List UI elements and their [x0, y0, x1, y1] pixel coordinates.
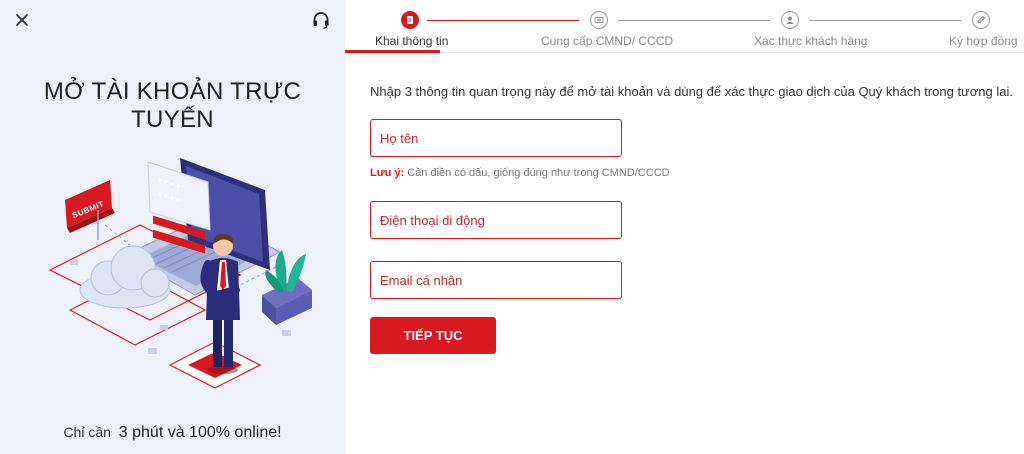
- continue-button[interactable]: TIẾP TỤC: [370, 317, 496, 354]
- form-intro: Nhập 3 thông tin quan trọng này để mở tà…: [370, 84, 1013, 99]
- step-1-icon-badge: [401, 11, 419, 29]
- registration-form: Nhập 3 thông tin quan trọng này để mở tà…: [345, 53, 1024, 454]
- step-connector-2: [618, 20, 770, 21]
- footer-highlight: 3 phút và 100% online!: [118, 424, 282, 441]
- support-button[interactable]: [311, 10, 331, 30]
- email-input[interactable]: [370, 261, 622, 299]
- id-card-icon: [594, 17, 604, 23]
- step-3-icon-badge: [781, 11, 799, 29]
- step-2-icon-badge: [590, 11, 608, 29]
- document-icon: [407, 16, 413, 24]
- note-label: Lưu ý:: [370, 167, 405, 179]
- user-icon: [786, 16, 794, 24]
- step-4-icon-badge: [972, 11, 990, 29]
- online-account-illustration: SUBMIT: [48, 158, 312, 389]
- step-3-label: Xác thực khách hàng: [754, 34, 868, 48]
- full-name-input[interactable]: [370, 119, 622, 157]
- promo-panel: MỞ TÀI KHOẢN TRỰC TUYẾN SUBMIT Chỉ cần 3…: [0, 0, 345, 454]
- phone-input[interactable]: [370, 201, 622, 239]
- close-icon: [16, 14, 28, 26]
- promo-footer: Chỉ cần 3 phút và 100% online!: [0, 424, 345, 442]
- pen-icon: [977, 15, 986, 24]
- headset-icon: [313, 12, 329, 29]
- close-button[interactable]: [12, 10, 32, 30]
- name-note: Lưu ý: Cần điền có dấu, giống đúng như tr…: [370, 167, 670, 179]
- note-text: Cần điền có dấu, giống đúng như trong CM…: [407, 167, 670, 179]
- step-1-label: Khai thông tin: [375, 34, 449, 48]
- progress-stepper: Khai thông tin Cung cấp CMND/ CCCD Xác t…: [345, 0, 1024, 53]
- footer-prefix: Chỉ cần: [63, 424, 111, 440]
- step-2-label: Cung cấp CMND/ CCCD: [541, 34, 674, 48]
- step-4-label: Ký hợp đồng: [949, 34, 1018, 48]
- step-connector-3: [809, 20, 961, 21]
- account-opening-page: MỞ TÀI KHOẢN TRỰC TUYẾN SUBMIT Chỉ cần 3…: [0, 0, 1024, 454]
- promo-title: MỞ TÀI KHOẢN TRỰC TUYẾN: [43, 78, 302, 133]
- step-connector-1: [427, 20, 579, 21]
